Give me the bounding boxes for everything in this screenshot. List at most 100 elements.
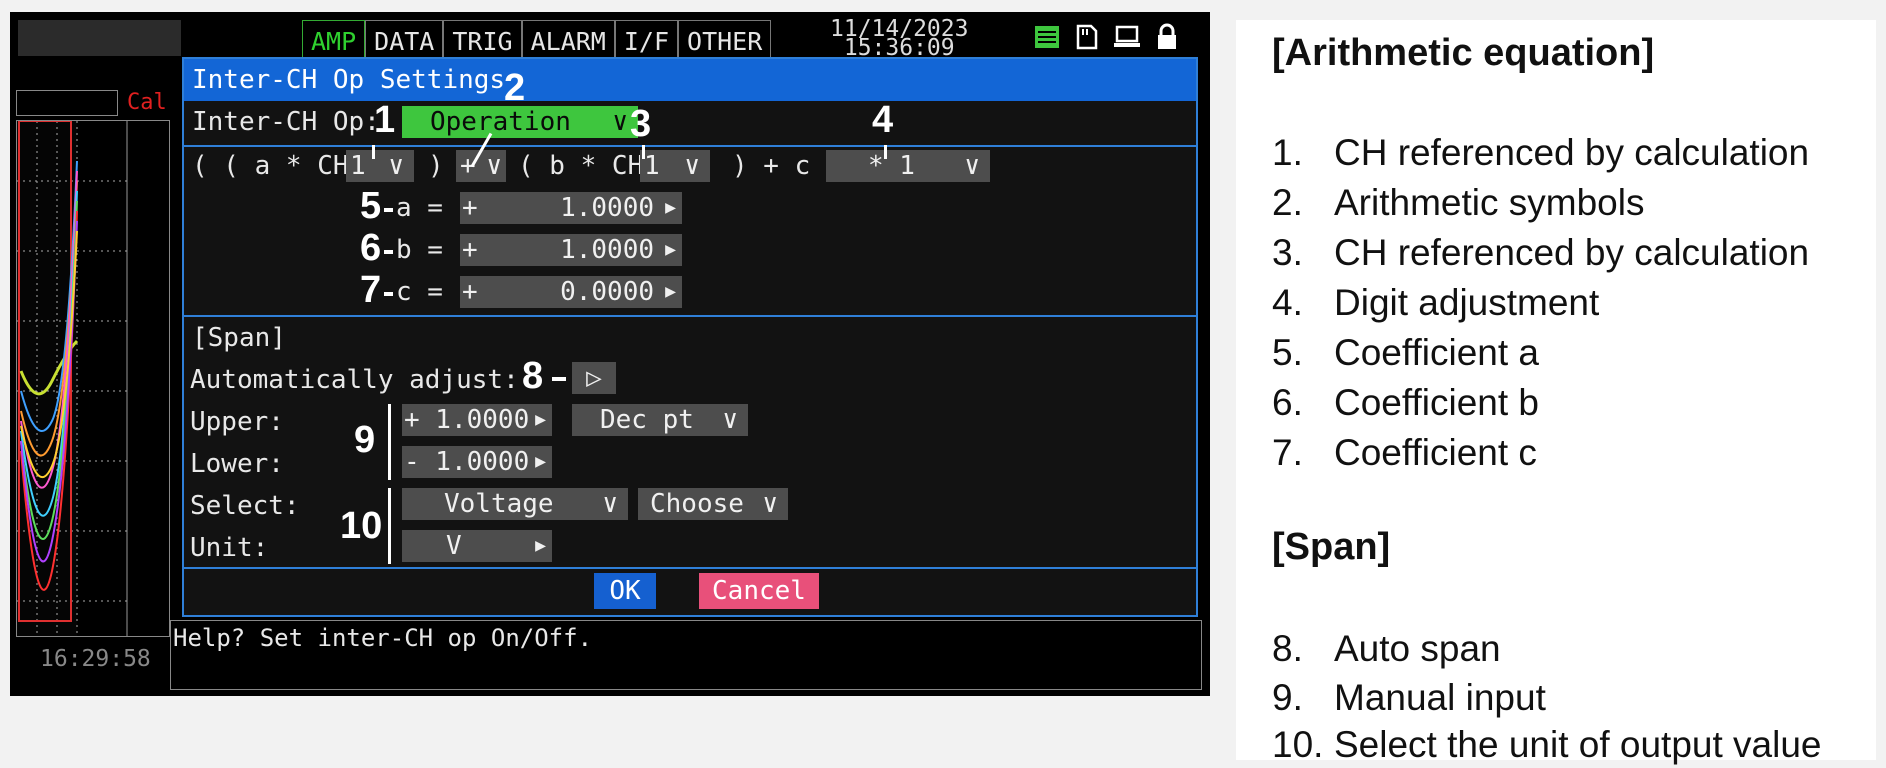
marker-9: 9 [354, 419, 376, 461]
upper-label: Upper: [190, 407, 284, 437]
select-type-select[interactable]: Voltage ∨ [402, 488, 628, 520]
waveform-panel [16, 120, 170, 637]
waveform-chart [17, 120, 128, 636]
eq-open-text: ( ( a * CH [192, 151, 349, 181]
marker-2: 2 [504, 67, 526, 109]
arithmetic-symbol-select[interactable]: + ∨ [456, 150, 506, 182]
legend-item: 10. Select the unit of output value [1272, 724, 1822, 766]
chevron-down-icon: ∨ [964, 151, 980, 181]
help-text: Help? Set inter-CH op On/Off. [173, 624, 593, 652]
eq-ch2-value: 1 [644, 151, 660, 181]
marker-1: 1 [374, 99, 396, 141]
legend-number: 1. [1272, 132, 1303, 173]
marker-1-leader [372, 145, 375, 159]
dec-pt-select[interactable]: Dec pt ∨ [572, 404, 748, 436]
tab-trig[interactable]: TRIG [443, 20, 522, 62]
coef-b-sign: + [462, 235, 478, 265]
eq-legend-title: [Arithmetic equation] [1272, 32, 1655, 74]
marker-8-leader [552, 377, 566, 381]
legend-number: 5. [1272, 332, 1303, 373]
lower-label: Lower: [190, 449, 284, 479]
legend-item: 8. Auto span [1272, 628, 1501, 670]
auto-adjust-label: Automatically adjust: [190, 365, 519, 395]
play-arrow-icon: ▶ [535, 451, 546, 472]
legend-number: 7. [1272, 432, 1303, 473]
legend-panel: [Arithmetic equation] 1. CH referenced by… [1236, 20, 1876, 765]
marker-4: 4 [872, 99, 894, 141]
inter-ch-op-dialog: Inter-CH Op Settings Inter-CH Op: Operat… [182, 57, 1198, 617]
marker-10-bracket [388, 488, 391, 564]
eq-ch1-select[interactable]: 1 ∨ [346, 150, 414, 182]
tab-amp[interactable]: AMP [302, 20, 366, 62]
unit-field[interactable]: V ▶ [402, 530, 552, 562]
legend-number: 8. [1272, 628, 1303, 669]
legend-item: 1. CH referenced by calculation [1272, 132, 1809, 174]
tab-if[interactable]: I/F [614, 20, 679, 62]
choose-select[interactable]: Choose ∨ [638, 488, 788, 520]
legend-text: Manual input [1334, 677, 1546, 718]
coef-c-sign: + [462, 277, 478, 307]
channel-name-box [18, 20, 181, 56]
coef-b-label: b = [396, 235, 443, 265]
tab-alarm[interactable]: ALARM [521, 20, 615, 62]
lower-field[interactable]: - 1.0000 ▶ [402, 446, 552, 478]
divider [184, 567, 1196, 569]
lock-icon [1152, 22, 1182, 52]
ok-button[interactable]: OK [594, 573, 656, 609]
divider [184, 315, 1196, 317]
marker-6: 6 [360, 227, 382, 269]
legend-item: 3. CH referenced by calculation [1272, 232, 1809, 274]
dec-pt-value: Dec pt [600, 405, 694, 435]
play-arrow-icon: ▶ [535, 535, 546, 556]
digit-adjust-value: * 1 [868, 151, 915, 181]
choose-value: Choose [650, 489, 744, 519]
auto-span-button[interactable]: ▷ [572, 362, 616, 394]
chevron-down-icon: ∨ [684, 151, 700, 181]
chevron-down-icon: ∨ [722, 405, 738, 435]
tab-other[interactable]: OTHER [678, 20, 772, 62]
legend-number: 4. [1272, 282, 1303, 323]
marker-7: 7 [360, 269, 382, 311]
divider [184, 145, 1196, 147]
marker-4-leader [884, 145, 887, 159]
legend-number: 10. [1272, 724, 1324, 765]
legend-text: Coefficient c [1334, 432, 1537, 473]
time-text: 15:36:09 [843, 35, 955, 61]
marker-5: 5 [360, 185, 382, 227]
cancel-button[interactable]: Cancel [699, 573, 819, 609]
legend-text: Digit adjustment [1334, 282, 1600, 323]
lower-value: - 1.0000 [404, 447, 530, 477]
device-screen: AMP DATA TRIG ALARM I/F OTHER 11/14/2023… [10, 12, 1210, 696]
legend-number: 3. [1272, 232, 1303, 273]
unit-label: Unit: [190, 533, 269, 563]
legend-text: Arithmetic symbols [1334, 182, 1645, 223]
legend-item: 5. Coefficient a [1272, 332, 1539, 374]
coef-a-field[interactable]: + 1.0000 ▶ [460, 192, 682, 224]
eq-ch2-select[interactable]: 1 ∨ [640, 150, 710, 182]
inter-ch-op-select[interactable]: Operation ∨ [402, 106, 638, 138]
coef-a-value: 1.0000 [560, 193, 654, 223]
coef-b-value: 1.0000 [560, 235, 654, 265]
digit-adjust-select[interactable]: * 1 ∨ [826, 150, 990, 182]
coef-c-field[interactable]: + 0.0000 ▶ [460, 276, 682, 308]
chevron-down-icon: ∨ [762, 489, 778, 519]
legend-text: CH referenced by calculation [1334, 132, 1810, 173]
eq-mid1-text: ) [428, 151, 444, 181]
legend-number: 2. [1272, 182, 1303, 223]
eq-ch1-value: 1 [350, 151, 366, 181]
coef-b-field[interactable]: + 1.0000 ▶ [460, 234, 682, 266]
legend-item: 2. Arithmetic symbols [1272, 182, 1644, 224]
legend-item: 7. Coefficient c [1272, 432, 1537, 474]
upper-field[interactable]: + 1.0000 ▶ [402, 404, 552, 436]
marker-8: 8 [522, 355, 544, 397]
marker-6-leader [384, 250, 393, 254]
marker-3-leader [642, 145, 645, 159]
play-arrow-icon: ▶ [665, 281, 676, 302]
legend-number: 9. [1272, 677, 1303, 718]
legend-item: 6. Coefficient b [1272, 382, 1539, 424]
list-icon [1032, 22, 1062, 52]
tab-data[interactable]: DATA [365, 20, 444, 62]
span-legend-title: [Span] [1272, 526, 1391, 568]
marker-3: 3 [630, 103, 652, 145]
memory-card-icon [1072, 22, 1102, 52]
